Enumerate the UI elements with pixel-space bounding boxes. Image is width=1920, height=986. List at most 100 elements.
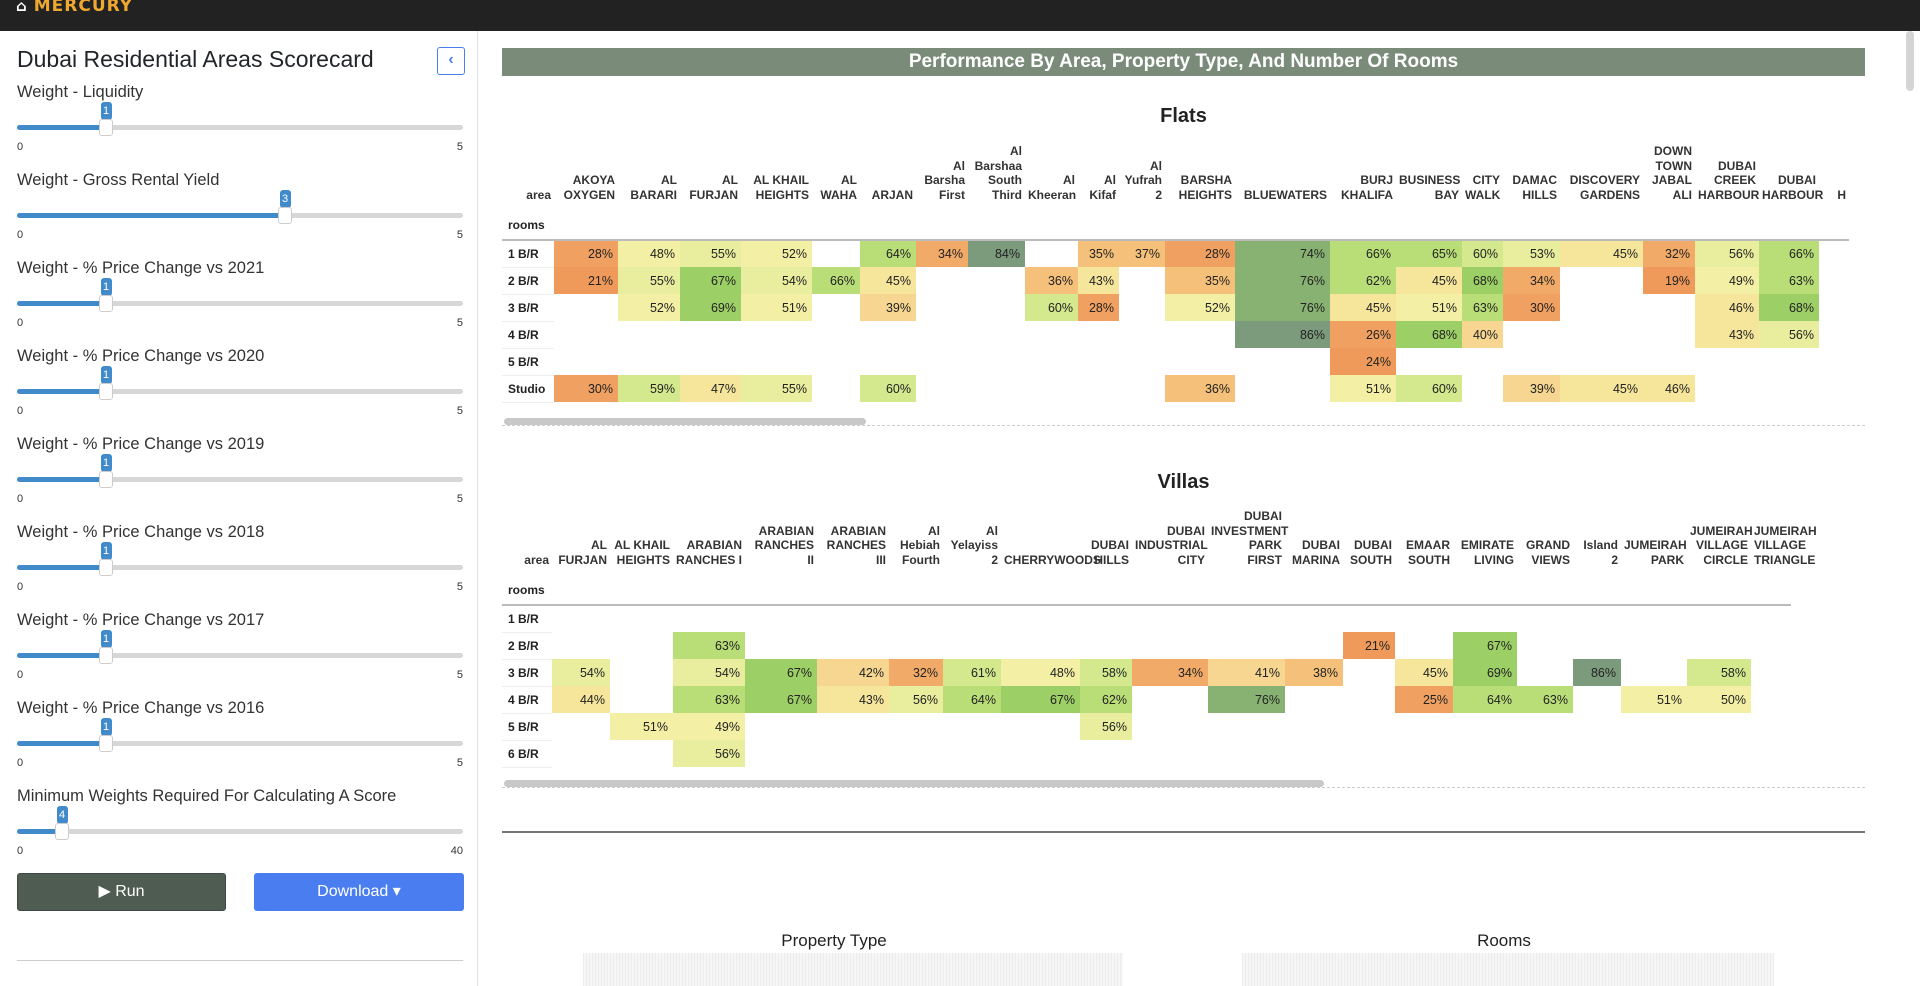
slider-track[interactable]: 3 bbox=[17, 190, 463, 224]
weight-slider[interactable]: Weight - Gross Rental Yield 3 0 5 bbox=[17, 171, 463, 259]
area-column-header[interactable]: Island 2 bbox=[1573, 509, 1621, 575]
slider-track[interactable]: 1 bbox=[17, 366, 463, 400]
area-column-header[interactable]: AL KHAIL HEIGHTS bbox=[741, 144, 812, 210]
area-column-header[interactable]: ARABIAN RANCHES III bbox=[817, 509, 889, 575]
heatmap-cell: 43% bbox=[1078, 267, 1119, 294]
heatmap-cell bbox=[610, 659, 673, 686]
heatmap-cell: 51% bbox=[610, 713, 673, 740]
area-column-header[interactable]: ARABIAN RANCHES I bbox=[673, 509, 745, 575]
area-column-header[interactable]: AL FURJAN bbox=[552, 509, 610, 575]
heatmap-cell bbox=[1643, 294, 1695, 321]
page-scrollbar[interactable] bbox=[1906, 31, 1914, 91]
run-button[interactable]: ▶ Run bbox=[17, 873, 226, 911]
slider-track[interactable]: 1 bbox=[17, 542, 463, 576]
flats-table-container: area AKOYA OXYGEN AL BARARI AL FURJAN AL KHA… bbox=[502, 144, 1865, 444]
villas-scrollbar-thumb[interactable] bbox=[504, 780, 1324, 787]
area-column-header[interactable]: Al Kheeran bbox=[1025, 144, 1078, 210]
slider-track[interactable]: 1 bbox=[17, 102, 463, 136]
area-column-header[interactable]: GRAND VIEWS bbox=[1517, 509, 1573, 575]
slider-track[interactable]: 1 bbox=[17, 278, 463, 312]
heatmap-cell bbox=[1621, 659, 1687, 686]
slider-handle[interactable] bbox=[278, 207, 292, 224]
area-column-header[interactable]: DUBAI INDUSTRIAL CITY bbox=[1132, 509, 1208, 575]
heatmap-cell: 34% bbox=[916, 240, 968, 267]
area-column-header[interactable]: Al Yelayiss 2 bbox=[943, 509, 1001, 575]
area-column-header[interactable]: H bbox=[1819, 144, 1849, 210]
area-column-header[interactable]: DOWN TOWN JABAL ALI bbox=[1643, 144, 1695, 210]
chevron-left-icon[interactable]: ‹ bbox=[437, 47, 465, 75]
brand-logo[interactable]: ⌂ MERCURY bbox=[16, 0, 133, 16]
heatmap-cell: 45% bbox=[1560, 240, 1643, 267]
header-row: area AL FURJAN AL KHAIL HEIGHTS ARABIAN RAN… bbox=[502, 509, 1817, 575]
area-column-header[interactable]: ARABIAN RANCHES II bbox=[745, 509, 817, 575]
area-column-header[interactable]: Al Barsha First bbox=[916, 144, 968, 210]
area-column-header[interactable]: Al Yufrah 2 bbox=[1119, 144, 1165, 210]
slider-handle[interactable] bbox=[99, 383, 113, 400]
slider-handle[interactable] bbox=[99, 647, 113, 664]
weight-slider[interactable]: Weight - Liquidity 1 0 5 bbox=[17, 83, 463, 171]
area-column-header[interactable]: EMIRATE LIVING bbox=[1453, 509, 1517, 575]
area-column-header[interactable]: DAMAC HILLS bbox=[1503, 144, 1560, 210]
weight-slider[interactable]: Weight - % Price Change vs 2017 1 0 5 bbox=[17, 611, 463, 699]
area-column-header[interactable]: BUSINESS BAY bbox=[1396, 144, 1462, 210]
slider-handle[interactable] bbox=[55, 823, 69, 840]
slider-track[interactable]: 1 bbox=[17, 718, 463, 752]
heatmap-cell bbox=[610, 605, 673, 632]
area-column-header[interactable]: DUBAI MARINA bbox=[1285, 509, 1343, 575]
area-column-header[interactable]: JUMEIRAH VILLAGE CIRCLE bbox=[1687, 509, 1753, 575]
area-column-header[interactable]: ARJAN bbox=[860, 144, 916, 210]
area-column-header[interactable]: Al Hebiah Fourth bbox=[889, 509, 943, 575]
area-column-header[interactable]: AL BARARI bbox=[618, 144, 680, 210]
slider-value-badge: 1 bbox=[100, 102, 112, 120]
heatmap-cell bbox=[1285, 605, 1343, 632]
heatmap-cell bbox=[552, 740, 610, 767]
area-column-header[interactable]: CITY WALK bbox=[1462, 144, 1503, 210]
heatmap-cell bbox=[1119, 375, 1165, 402]
area-column-header[interactable]: CHERRYWOODS bbox=[1001, 509, 1101, 575]
slider-track[interactable]: 1 bbox=[17, 454, 463, 488]
weight-slider[interactable]: Weight - % Price Change vs 2016 1 0 5 bbox=[17, 699, 463, 787]
download-button[interactable]: Download ▾ bbox=[254, 873, 464, 911]
slider-handle[interactable] bbox=[99, 471, 113, 488]
villas-scrollbar[interactable] bbox=[502, 779, 1865, 788]
slider-fill bbox=[17, 653, 106, 658]
area-column-header[interactable]: BURJ KHALIFA bbox=[1330, 144, 1396, 210]
area-column-header[interactable]: AL WAHA bbox=[812, 144, 860, 210]
weight-slider[interactable]: Weight - % Price Change vs 2019 1 0 5 bbox=[17, 435, 463, 523]
area-column-header[interactable]: DUBAI CREEK HARBOUR bbox=[1695, 144, 1759, 210]
heatmap-cell bbox=[1695, 375, 1759, 402]
flats-scrollbar[interactable] bbox=[502, 417, 1865, 426]
rooms-header-spacer bbox=[1330, 210, 1396, 241]
heatmap-cell bbox=[1751, 632, 1791, 659]
area-column-header[interactable]: DISCOVERY GARDENS bbox=[1560, 144, 1643, 210]
weight-slider[interactable]: Weight - % Price Change vs 2018 1 0 5 bbox=[17, 523, 463, 611]
flats-scrollbar-thumb[interactable] bbox=[504, 418, 866, 425]
area-column-header[interactable]: AL KHAIL HEIGHTS bbox=[610, 509, 673, 575]
slider-track[interactable]: 4 bbox=[17, 806, 463, 840]
heatmap-cell: 37% bbox=[1119, 240, 1165, 267]
area-column-header[interactable]: BARSHA HEIGHTS bbox=[1165, 144, 1235, 210]
heatmap-cell bbox=[610, 632, 673, 659]
area-column-header[interactable]: Al Kifaf bbox=[1078, 144, 1119, 210]
slider-handle[interactable] bbox=[99, 295, 113, 312]
area-column-header[interactable]: JUMEIRAH PARK bbox=[1621, 509, 1687, 575]
slider-handle[interactable] bbox=[99, 119, 113, 136]
slider-max-label: 5 bbox=[456, 141, 463, 153]
weight-slider[interactable]: Minimum Weights Required For Calculating… bbox=[17, 787, 463, 875]
area-column-header[interactable]: AL FURJAN bbox=[680, 144, 741, 210]
area-column-header[interactable]: DUBAI SOUTH bbox=[1343, 509, 1395, 575]
area-column-header[interactable]: DUBAI INVESTMENT PARK FIRST bbox=[1208, 509, 1288, 575]
weight-slider[interactable]: Weight - % Price Change vs 2020 1 0 5 bbox=[17, 347, 463, 435]
area-column-header[interactable]: DUBAI HARBOUR bbox=[1759, 144, 1823, 210]
weight-slider[interactable]: Weight - % Price Change vs 2021 1 0 5 bbox=[17, 259, 463, 347]
slider-handle[interactable] bbox=[99, 559, 113, 576]
area-column-header[interactable]: EMAAR SOUTH bbox=[1395, 509, 1453, 575]
slider-handle[interactable] bbox=[99, 735, 113, 752]
slider-track[interactable]: 1 bbox=[17, 630, 463, 664]
area-column-header[interactable]: AKOYA OXYGEN bbox=[554, 144, 618, 210]
area-column-header[interactable]: JUMEIRAH VILLAGE TRIANGLE bbox=[1751, 509, 1817, 575]
area-column-header[interactable]: Al Barshaa South Third bbox=[968, 144, 1025, 210]
heatmap-cell bbox=[1621, 713, 1687, 740]
room-row-header: 2 B/R bbox=[502, 267, 554, 295]
area-column-header[interactable]: BLUEWATERS bbox=[1235, 144, 1330, 210]
